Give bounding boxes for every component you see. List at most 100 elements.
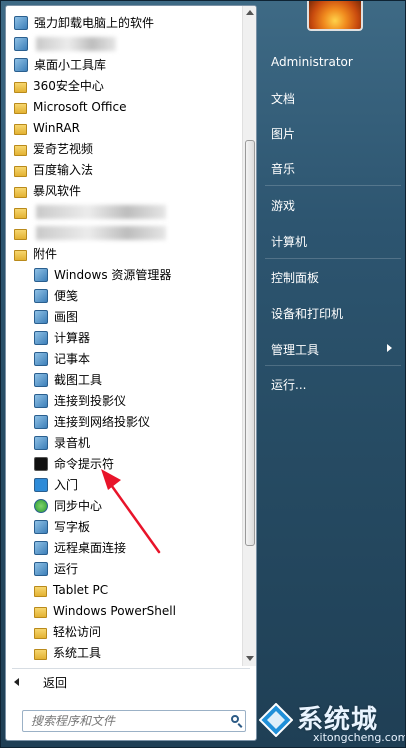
program-label: 计算器 [54,331,91,345]
submenu-arrow-icon [387,344,392,352]
search-box[interactable] [22,710,246,732]
blurred-item [14,36,28,51]
program-item[interactable]: 百度输入法 [6,159,242,180]
back-button[interactable]: 返回 [14,672,67,692]
folder-icon [14,144,27,156]
program-label: 入门 [54,478,79,492]
explorer-icon [34,267,48,282]
back-arrow-icon [14,678,19,686]
program-item[interactable] [6,33,242,54]
program-label: WinRAR [33,120,80,135]
program-label: 运行 [54,562,79,576]
program-item[interactable]: 写字板 [6,516,242,537]
right-pane: Administrator 文档 图片 音乐 游戏 计算机 控制面板 设备和打印… [257,1,405,747]
right-item-games[interactable]: 游戏 [271,197,295,214]
program-item[interactable]: 录音机 [6,432,242,453]
program-item[interactable]: Windows 资源管理器 [6,264,242,285]
program-label: Tablet PC [53,582,109,597]
program-item[interactable]: 截图工具 [6,369,242,390]
scrollbar-thumb[interactable] [245,140,255,546]
program-item[interactable]: 远程桌面连接 [6,537,242,558]
right-item-run[interactable]: 运行... [271,376,306,393]
program-item[interactable]: 强力卸载电脑上的软件 [6,12,242,33]
program-label: Windows 资源管理器 [54,268,172,282]
folder-icon [14,81,27,93]
watermark-logo: 系统城 xitongcheng.com [253,697,406,747]
program-item[interactable] [6,201,242,222]
uninstall-icon [14,15,28,30]
program-label: 轻松访问 [53,625,102,639]
program-label: 便笺 [54,289,79,303]
program-item[interactable] [6,222,242,243]
program-label: 百度输入法 [33,163,94,177]
program-item[interactable]: 命令提示符 [6,453,242,474]
remote-desktop-icon [34,540,48,555]
program-item[interactable]: 入门 [6,474,242,495]
search-input[interactable] [23,711,221,731]
program-item[interactable]: 计算器 [6,327,242,348]
user-picture-avatar[interactable] [307,1,363,31]
right-item-pictures[interactable]: 图片 [271,125,295,142]
scroll-up-arrow-icon[interactable] [246,10,254,15]
program-label: 360安全中心 [33,79,104,93]
program-label: 记事本 [54,352,91,366]
program-item[interactable]: Tablet PC [6,579,242,600]
watermark-url: xitongcheng.com [313,731,406,744]
watermark-diamond-icon [259,703,293,737]
scroll-down-arrow-icon[interactable] [246,656,254,661]
program-label: 连接到投影仪 [54,394,127,408]
folder-icon [34,585,47,597]
program-item[interactable]: 连接到网络投影仪 [6,411,242,432]
folder-open-icon [14,249,27,261]
divider [265,185,401,186]
program-item[interactable]: 360安全中心 [6,75,242,96]
program-item[interactable]: WinRAR [6,117,242,138]
folder-icon [34,648,47,660]
blurred-label [36,226,166,240]
start-menu: 强力卸载电脑上的软件 桌面小工具库 360安全中心 Microsoft Office W… [0,0,406,748]
right-item-control-panel[interactable]: 控制面板 [271,269,319,286]
user-folder-administrator[interactable]: Administrator [271,55,353,69]
right-item-admin-tools[interactable]: 管理工具 [271,341,319,358]
program-label: 写字板 [54,520,91,534]
divider [12,668,250,669]
program-item[interactable]: 画图 [6,306,242,327]
program-item[interactable]: Microsoft Office [6,96,242,117]
program-label: 连接到网络投影仪 [54,415,151,429]
folder-icon [34,606,47,618]
program-label: 截图工具 [54,373,103,387]
program-label: 同步中心 [54,499,103,513]
program-item[interactable]: 系统工具 [6,642,242,663]
program-item[interactable]: 运行 [6,558,242,579]
wordpad-icon [34,519,48,534]
folder-icon [14,102,27,114]
program-item[interactable]: 连接到投影仪 [6,390,242,411]
program-item[interactable]: 附件 [6,243,242,264]
program-item[interactable]: 同步中心 [6,495,242,516]
program-item[interactable]: 轻松访问 [6,621,242,642]
folder-icon [14,186,27,198]
programs-pane: 强力卸载电脑上的软件 桌面小工具库 360安全中心 Microsoft Office W… [5,5,257,741]
folder-icon [14,207,27,219]
program-item[interactable]: 暴风软件 [6,180,242,201]
program-item[interactable]: 便笺 [6,285,242,306]
snipping-tool-icon [34,372,48,387]
search-icon[interactable] [231,715,239,723]
program-item[interactable]: 记事本 [6,348,242,369]
network-projector-icon [34,414,48,429]
program-item[interactable]: 桌面小工具库 [6,54,242,75]
right-item-devices-printers[interactable]: 设备和打印机 [271,305,343,322]
program-label: 系统工具 [53,646,102,660]
run-icon [34,561,48,576]
blurred-label [36,37,116,51]
right-item-documents[interactable]: 文档 [271,90,295,107]
program-item[interactable]: 爱奇艺视频 [6,138,242,159]
getting-started-icon [34,477,48,492]
right-item-computer[interactable]: 计算机 [271,233,307,250]
right-item-music[interactable]: 音乐 [271,160,295,177]
program-item[interactable]: Windows PowerShell [6,600,242,621]
command-prompt-icon [34,456,48,471]
gadgets-icon [14,57,28,72]
back-label: 返回 [43,675,68,690]
all-programs-list: 强力卸载电脑上的软件 桌面小工具库 360安全中心 Microsoft Office W… [6,6,242,666]
